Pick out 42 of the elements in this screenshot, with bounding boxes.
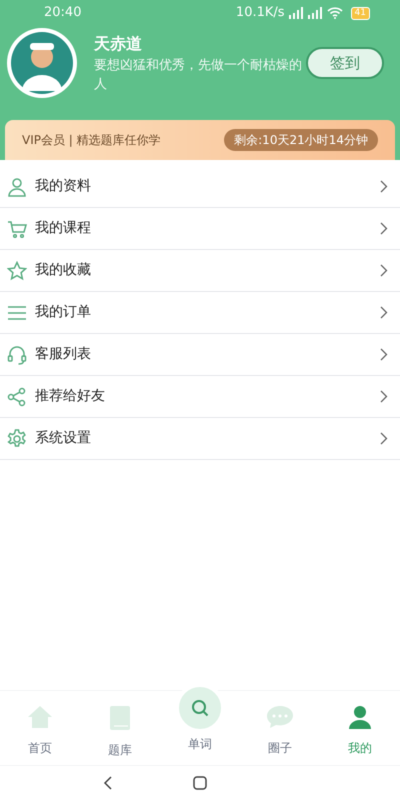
network-speed: 10.1K/s: [236, 4, 285, 22]
avatar: [6, 27, 78, 99]
menu-item[interactable]: 客服列表: [0, 334, 400, 376]
menu-item[interactable]: 我的订单: [0, 292, 400, 334]
chevron-right-icon: [380, 306, 388, 319]
remaining-time-badge: 剩余:10天21小时14分钟: [224, 129, 378, 151]
tab-item[interactable]: 我的: [320, 691, 400, 765]
user-icon: [348, 705, 372, 729]
share-icon: [7, 386, 27, 406]
chevron-right-icon: [380, 180, 388, 193]
chevron-right-icon: [380, 348, 388, 361]
status-time: 20:40: [44, 4, 82, 22]
book-icon: [109, 705, 131, 731]
tab-item[interactable]: 单词: [160, 691, 240, 765]
chevron-right-icon: [380, 432, 388, 445]
wifi-icon: [326, 7, 343, 19]
person-icon: [7, 176, 27, 196]
cart-icon: [7, 218, 27, 238]
chevron-right-icon: [380, 264, 388, 277]
menu-item[interactable]: 我的资料: [0, 166, 400, 208]
vip-text: VIP会员 | 精选题库任你学: [22, 132, 161, 149]
menu-item[interactable]: 我的课程: [0, 208, 400, 250]
user-motto: 要想凶猛和优秀，先做一个耐枯燥的人: [94, 57, 303, 94]
tab-item[interactable]: 圈子: [240, 691, 320, 765]
signal-icon: [288, 7, 323, 19]
tab-item[interactable]: 题库: [80, 691, 160, 765]
menu-item[interactable]: 推荐给好友: [0, 376, 400, 418]
battery-indicator: 41: [350, 6, 370, 20]
menu-item[interactable]: 我的收藏: [0, 250, 400, 292]
chat-bubble-icon: [266, 705, 294, 729]
check-in-button[interactable]: 签到: [306, 47, 384, 79]
user-name: 天赤道: [94, 33, 143, 55]
home-button-icon[interactable]: [193, 776, 207, 790]
headset-icon: [7, 344, 27, 364]
home-icon: [27, 705, 53, 729]
settings-icon: [7, 428, 27, 448]
menu-item[interactable]: 系统设置: [0, 418, 400, 460]
back-icon[interactable]: [103, 776, 113, 790]
star-icon: [7, 260, 27, 280]
chevron-right-icon: [380, 390, 388, 403]
chevron-right-icon: [380, 222, 388, 235]
tab-item[interactable]: 首页: [0, 691, 80, 765]
